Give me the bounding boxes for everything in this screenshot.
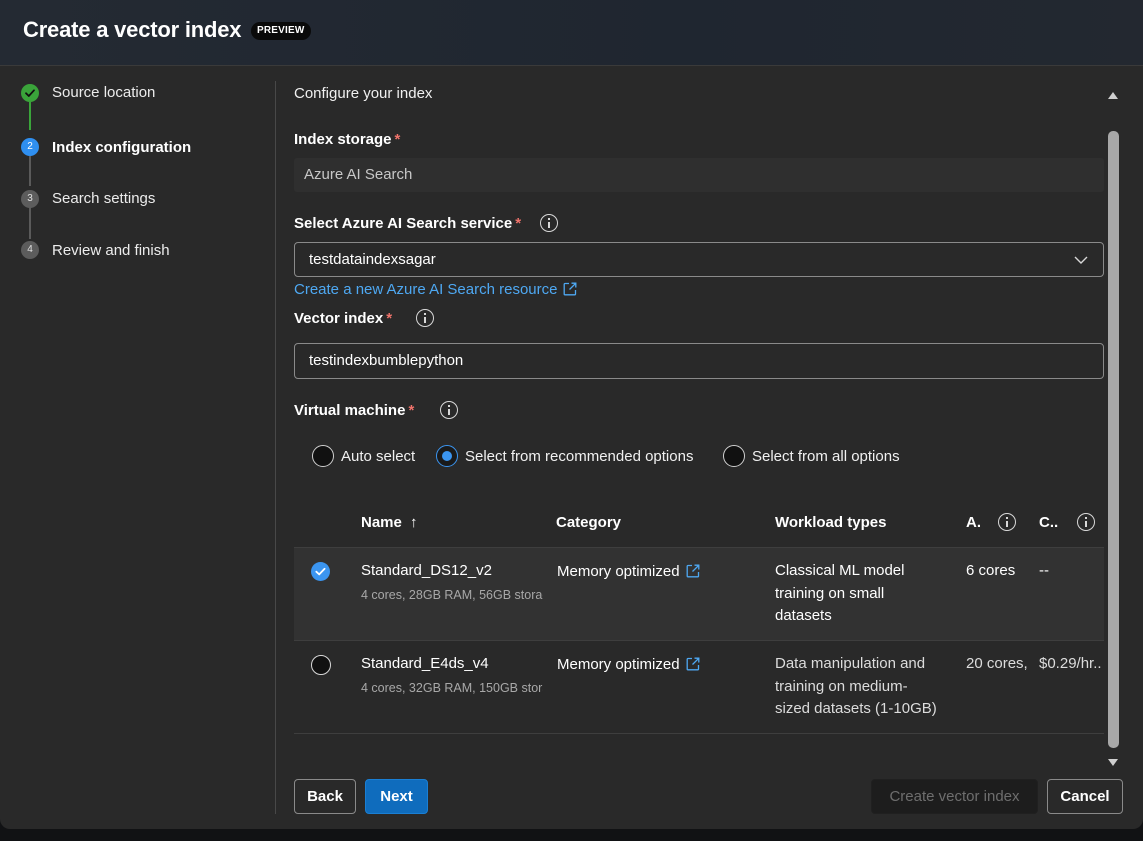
- radio-auto-select[interactable]: [312, 445, 334, 467]
- checkmark-icon[interactable]: [311, 562, 330, 581]
- radio-auto-select-label[interactable]: Auto select: [341, 448, 415, 465]
- vm-specs: 4 cores, 28GB RAM, 56GB storage: [361, 588, 543, 602]
- step-review-and-finish[interactable]: Review and finish: [52, 242, 170, 259]
- cores-value: 20 cores,: [966, 655, 1028, 672]
- step-connector: [29, 156, 31, 186]
- external-link-icon: [686, 657, 699, 671]
- create-search-resource-link[interactable]: Create a new Azure AI Search resource: [294, 281, 577, 298]
- scroll-down-arrow-icon[interactable]: [1107, 758, 1119, 768]
- vm-name: Standard_E4ds_v4: [361, 655, 489, 672]
- step-number-4: 4: [21, 241, 39, 259]
- radio-recommended-options-label[interactable]: Select from recommended options: [465, 448, 693, 465]
- vm-name: Standard_DS12_v2: [361, 562, 492, 579]
- radio-all-options-label[interactable]: Select from all options: [752, 448, 900, 465]
- step-number-2: 2: [21, 138, 39, 156]
- workload-types: Classical ML model training on small dat…: [775, 562, 905, 624]
- virtual-machine-label: Virtual machine *: [294, 402, 415, 419]
- dialog-title: Create a vector index: [23, 17, 242, 42]
- step-number-3: 3: [21, 190, 39, 208]
- step-index-configuration[interactable]: Index configuration: [52, 139, 191, 156]
- radio-recommended-options[interactable]: [436, 445, 458, 467]
- dialog-header: Create a vector index PREVIEW: [0, 0, 1143, 66]
- info-icon[interactable]: [998, 513, 1016, 531]
- scroll-up-arrow-icon[interactable]: [1107, 90, 1119, 100]
- external-link-icon: [686, 564, 699, 578]
- info-icon[interactable]: [440, 401, 458, 419]
- column-header-a[interactable]: A.: [966, 514, 981, 531]
- section-title: Configure your index: [294, 85, 433, 102]
- external-link-icon: [564, 282, 577, 296]
- checkmark-icon: [21, 84, 39, 102]
- category-link[interactable]: Memory optimized: [557, 654, 700, 677]
- back-button[interactable]: Back: [294, 779, 356, 814]
- info-icon[interactable]: [540, 214, 558, 232]
- info-icon[interactable]: [1077, 513, 1095, 531]
- column-header-name[interactable]: Name ↑: [361, 514, 418, 531]
- cost-value: $0.29/hr..: [1039, 655, 1102, 672]
- column-header-workload[interactable]: Workload types: [775, 514, 886, 531]
- create-vector-index-dialog: Create a vector index PREVIEW Source loc…: [0, 0, 1143, 829]
- step-connector: [29, 102, 31, 130]
- chevron-down-icon: [1074, 256, 1088, 264]
- cancel-button[interactable]: Cancel: [1047, 779, 1123, 814]
- sort-ascending-icon: ↑: [410, 514, 418, 531]
- cost-value: --: [1039, 562, 1049, 579]
- search-service-label: Select Azure AI Search service *: [294, 215, 522, 232]
- vector-index-label: Vector index *: [294, 310, 393, 327]
- search-service-dropdown[interactable]: testdataindexsagar: [294, 242, 1104, 277]
- step-search-settings[interactable]: Search settings: [52, 190, 155, 207]
- preview-badge: PREVIEW: [251, 22, 311, 40]
- index-storage-label: Index storage *: [294, 131, 401, 148]
- column-header-category[interactable]: Category: [556, 514, 621, 531]
- row-select-radio[interactable]: [311, 655, 331, 675]
- index-storage-field: Azure AI Search: [294, 158, 1104, 192]
- scrollbar-thumb[interactable]: [1108, 131, 1119, 748]
- category-link[interactable]: Memory optimized: [557, 561, 700, 584]
- vm-specs: 4 cores, 32GB RAM, 150GB storage: [361, 681, 543, 695]
- step-source-location[interactable]: Source location: [52, 84, 155, 101]
- vector-index-input[interactable]: testindexbumblepython: [294, 343, 1104, 379]
- radio-all-options[interactable]: [723, 445, 745, 467]
- next-button[interactable]: Next: [365, 779, 428, 814]
- step-connector: [29, 207, 31, 239]
- panel-divider: [275, 81, 276, 814]
- workload-types: Data manipulation and training on medium…: [775, 655, 937, 717]
- table-divider: [294, 733, 1104, 734]
- cores-value: 6 cores: [966, 562, 1016, 579]
- info-icon[interactable]: [416, 309, 434, 327]
- column-header-c[interactable]: C..: [1039, 514, 1058, 531]
- create-vector-index-button[interactable]: Create vector index: [871, 779, 1038, 814]
- search-service-value: testdataindexsagar: [309, 251, 436, 268]
